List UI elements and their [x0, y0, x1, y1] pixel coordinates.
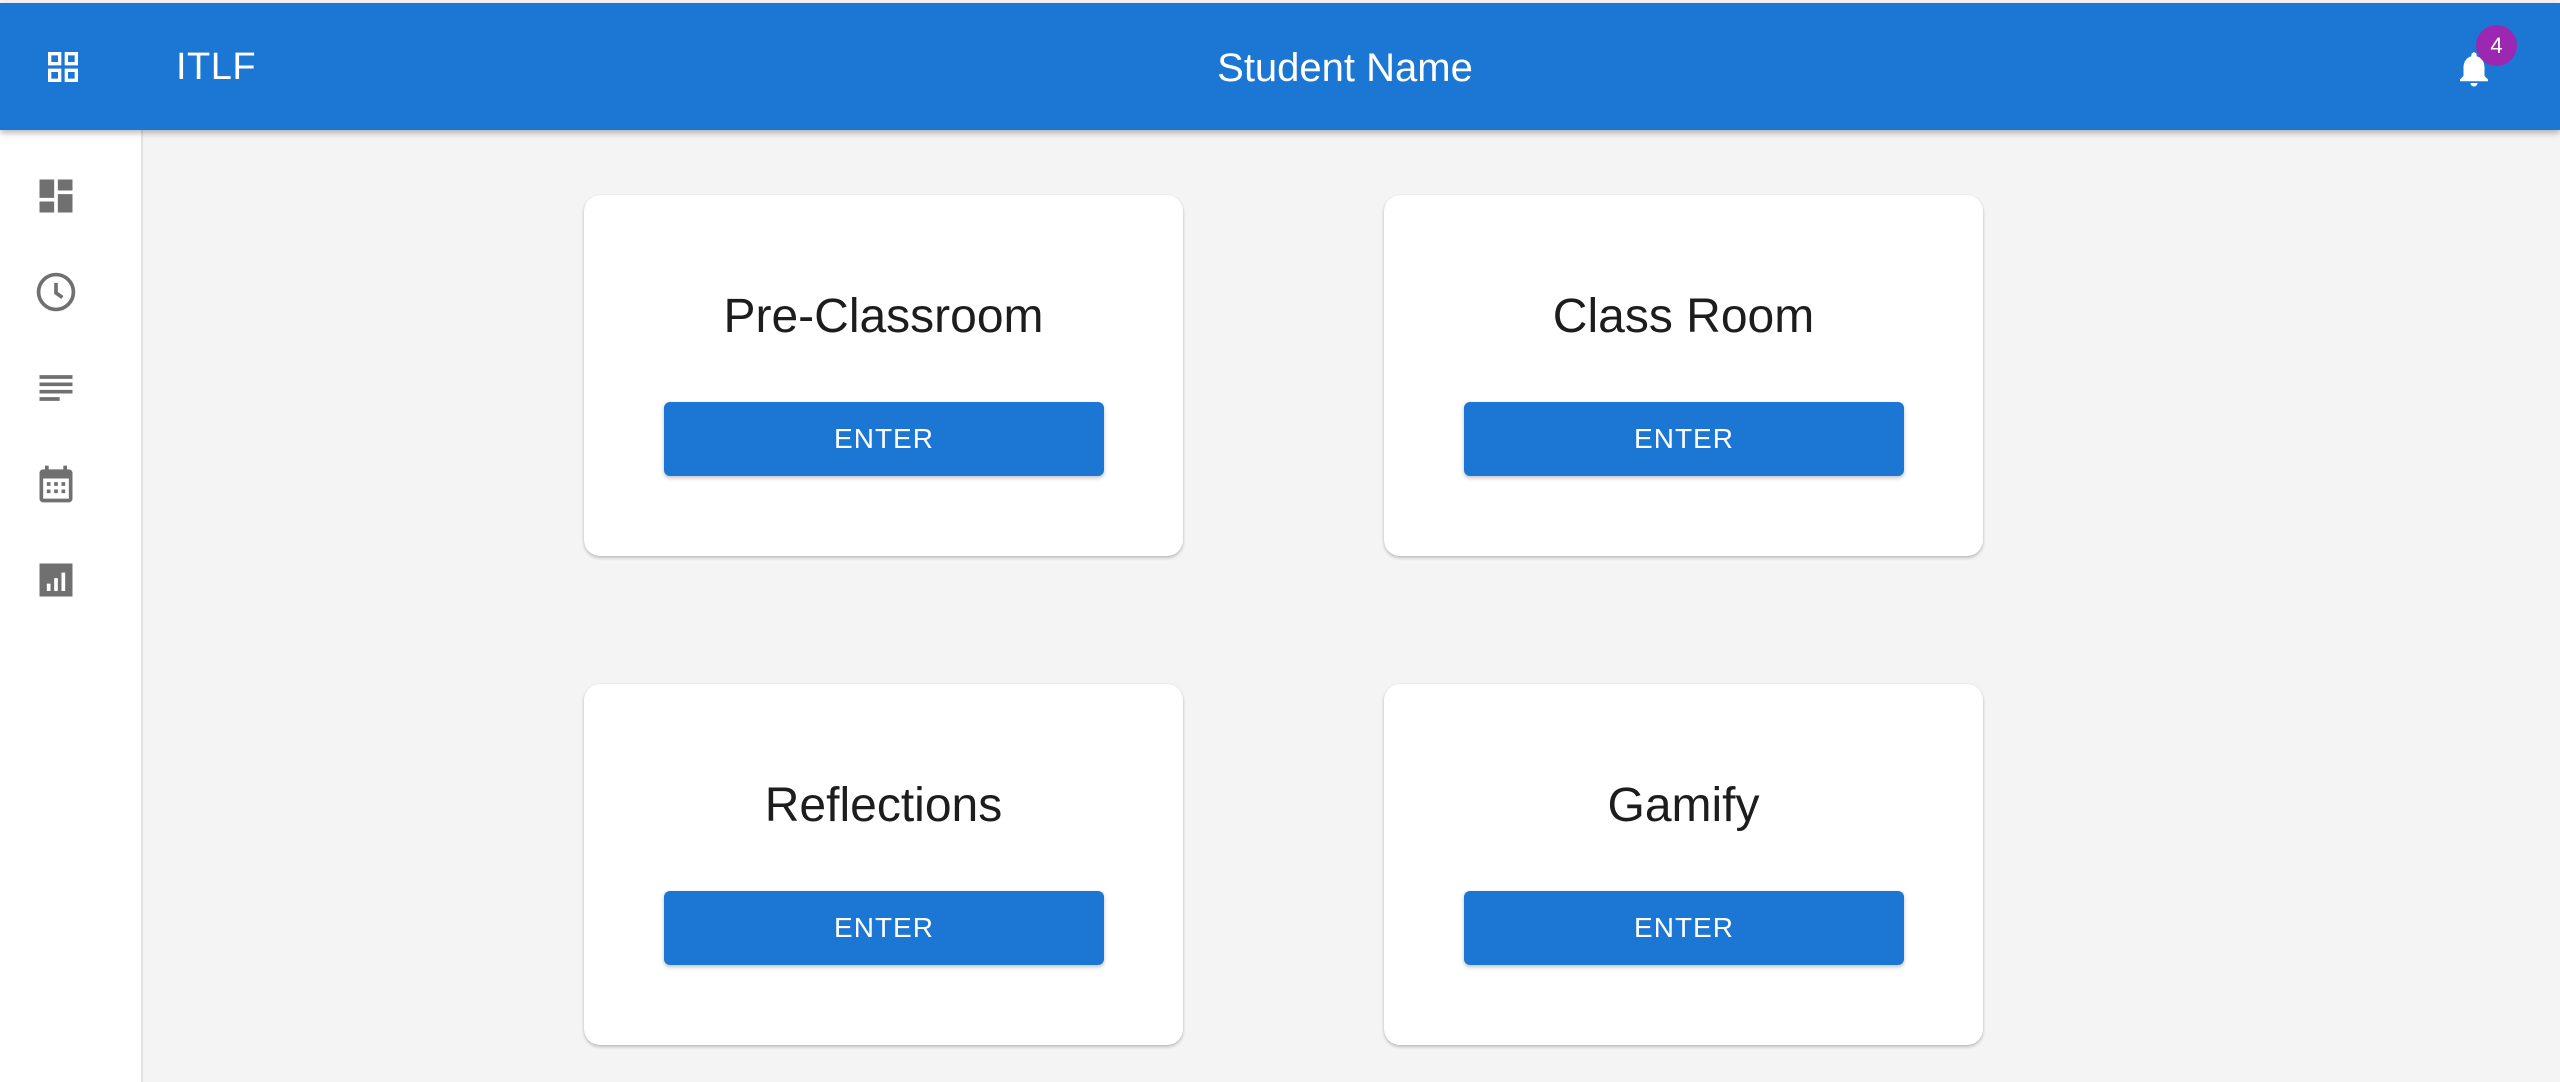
enter-pre-classroom-button[interactable]: ENTER [664, 402, 1104, 476]
sidebar-item-reports[interactable] [20, 544, 92, 616]
card-title: Gamify [1607, 779, 1760, 832]
notes-icon [39, 375, 73, 401]
sidebar-item-calendar[interactable] [20, 448, 92, 520]
bar-chart-icon [39, 563, 73, 597]
sidebar-item-dashboard[interactable] [20, 160, 92, 232]
calendar-icon [39, 465, 73, 503]
enter-class-room-button[interactable]: ENTER [1464, 402, 1904, 476]
sidebar-item-history[interactable] [20, 256, 92, 328]
app-bar: ITLF Student Name 4 [0, 3, 2560, 130]
sidebar [0, 130, 143, 1082]
card-class-room: Class Room ENTER [1384, 195, 1983, 556]
enter-reflections-button[interactable]: ENTER [664, 891, 1104, 965]
card-title: Class Room [1552, 290, 1815, 343]
notification-badge: 4 [2476, 25, 2517, 66]
sidebar-item-notes[interactable] [20, 352, 92, 424]
dashboard-icon [39, 179, 73, 213]
student-name: Student Name [1217, 46, 1473, 90]
card-title: Reflections [764, 779, 1003, 832]
clock-icon [36, 272, 76, 312]
card-pre-classroom: Pre-Classroom ENTER [584, 195, 1183, 556]
card-title: Pre-Classroom [723, 290, 1044, 343]
card-reflections: Reflections ENTER [584, 684, 1183, 1045]
enter-gamify-button[interactable]: ENTER [1464, 891, 1904, 965]
card-gamify: Gamify ENTER [1384, 684, 1983, 1045]
